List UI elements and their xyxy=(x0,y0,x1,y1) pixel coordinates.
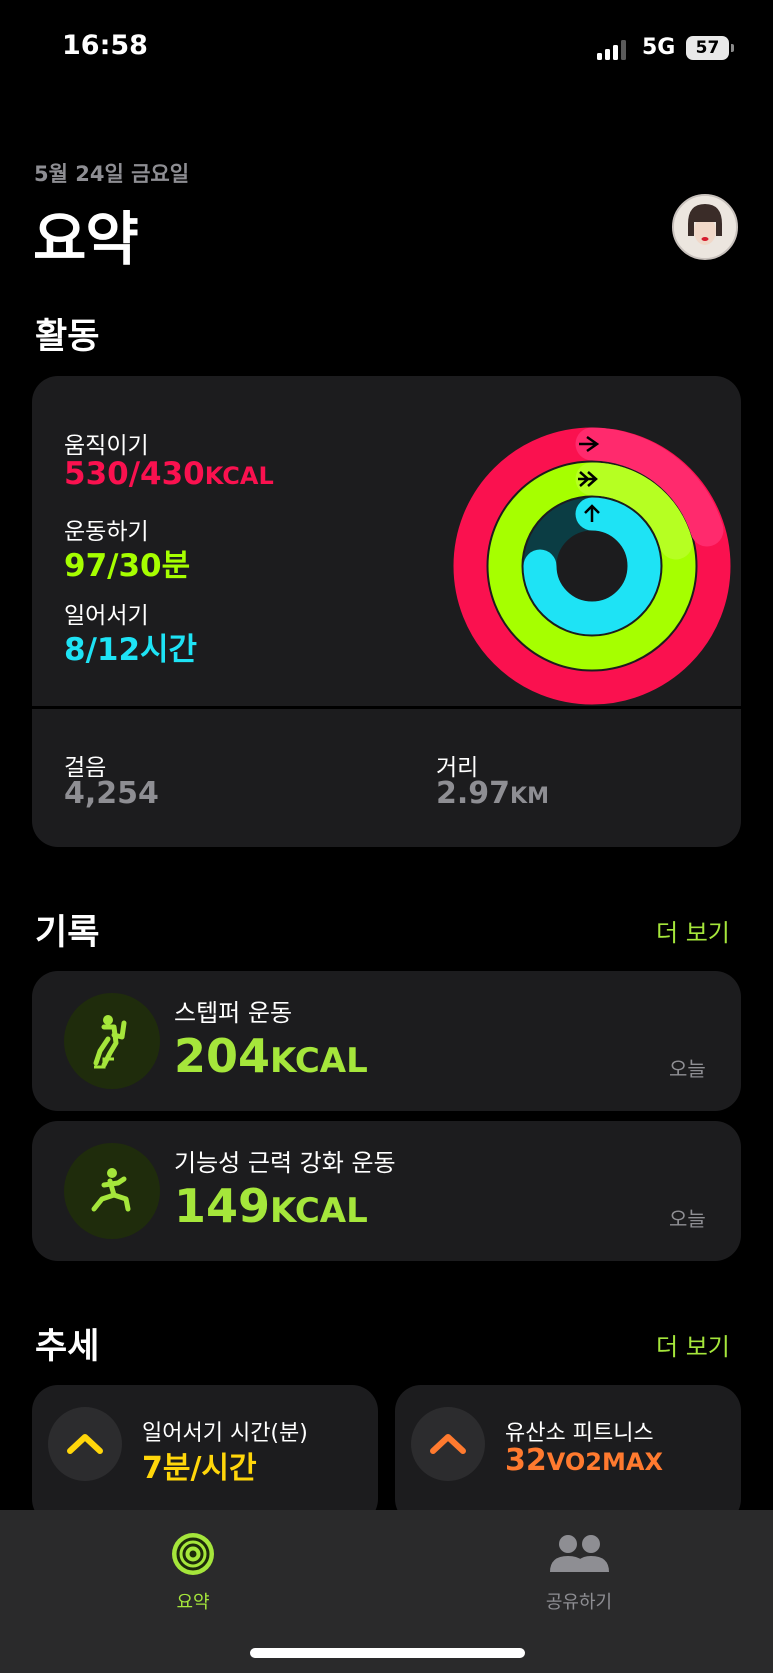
stair-stepper-icon xyxy=(64,993,160,1089)
workout-calories: 149KCAL xyxy=(174,1179,368,1233)
move-label: 움직이기 xyxy=(64,433,149,459)
distance-unit: KM xyxy=(510,784,549,809)
records-more-link[interactable]: 더 보기 xyxy=(656,913,730,948)
move-value-number: 530/430 xyxy=(64,456,205,492)
trend-card-stand[interactable]: 일어서기 시간(분) 7분/시간 xyxy=(32,1385,378,1525)
workout-calories: 204KCAL xyxy=(174,1029,368,1083)
workout-calories-number: 204 xyxy=(174,1029,271,1083)
card-divider xyxy=(32,706,741,709)
chevron-up-icon xyxy=(48,1407,122,1481)
trend-value-number: 32 xyxy=(505,1443,547,1478)
records-section-title: 기록 xyxy=(35,913,100,953)
chevron-up-icon xyxy=(411,1407,485,1481)
distance-value-number: 2.97 xyxy=(436,776,511,811)
trends-more-link[interactable]: 더 보기 xyxy=(656,1327,730,1362)
home-indicator[interactable] xyxy=(250,1648,525,1658)
move-value-unit: KCAL xyxy=(204,462,274,490)
trend-card-vo2max[interactable]: 유산소 피트니스 32VO2MAX xyxy=(395,1385,741,1525)
tab-sharing[interactable]: 공유하기 xyxy=(519,1520,639,1613)
network-type: 5G xyxy=(642,35,676,60)
exercise-value: 97/30분 xyxy=(64,548,191,584)
header-date: 5월 24일 금요일 xyxy=(34,162,190,186)
stand-value: 8/12시간 xyxy=(64,632,198,668)
trend-value: 7분/시간 xyxy=(142,1451,257,1486)
activity-card[interactable]: 움직이기 530/430KCAL 운동하기 97/30분 일어서기 8/12시간… xyxy=(32,376,741,847)
stand-ring xyxy=(523,497,661,635)
avatar-photo xyxy=(674,196,736,258)
workout-calories-unit: KCAL xyxy=(270,1041,368,1081)
workout-card-strength[interactable]: 기능성 근력 강화 운동 149KCAL 오늘 xyxy=(32,1121,741,1261)
workout-card-stepper[interactable]: 스텝퍼 운동 204KCAL 오늘 xyxy=(32,971,741,1111)
activity-rings-icon xyxy=(172,1533,214,1575)
trend-value: 32VO2MAX xyxy=(505,1443,663,1478)
workout-date: 오늘 xyxy=(669,1057,706,1081)
workout-calories-number: 149 xyxy=(174,1179,271,1233)
distance-value: 2.97KM xyxy=(436,776,549,811)
tab-label: 요약 xyxy=(176,1592,210,1613)
page-title: 요약 xyxy=(33,205,139,273)
tab-label: 공유하기 xyxy=(545,1592,613,1613)
avatar[interactable] xyxy=(672,194,738,260)
move-value: 530/430KCAL xyxy=(64,456,274,492)
activity-section-title: 활동 xyxy=(35,317,100,357)
strength-training-icon xyxy=(64,1143,160,1239)
battery-icon: 57 xyxy=(686,36,729,60)
people-icon xyxy=(550,1535,609,1572)
trend-value-unit: VO2MAX xyxy=(546,1448,663,1476)
workout-date: 오늘 xyxy=(669,1207,706,1231)
signal-strength-icon xyxy=(597,38,629,60)
steps-value: 4,254 xyxy=(64,776,159,811)
trends-section-title: 추세 xyxy=(35,1327,100,1367)
battery-tip xyxy=(731,44,734,52)
tab-summary[interactable]: 요약 xyxy=(133,1520,253,1613)
status-time: 16:58 xyxy=(62,30,148,61)
activity-rings xyxy=(453,427,731,705)
workout-name: 기능성 근력 강화 운동 xyxy=(174,1149,396,1177)
workout-calories-unit: KCAL xyxy=(270,1191,368,1231)
workout-name: 스텝퍼 운동 xyxy=(174,999,293,1027)
